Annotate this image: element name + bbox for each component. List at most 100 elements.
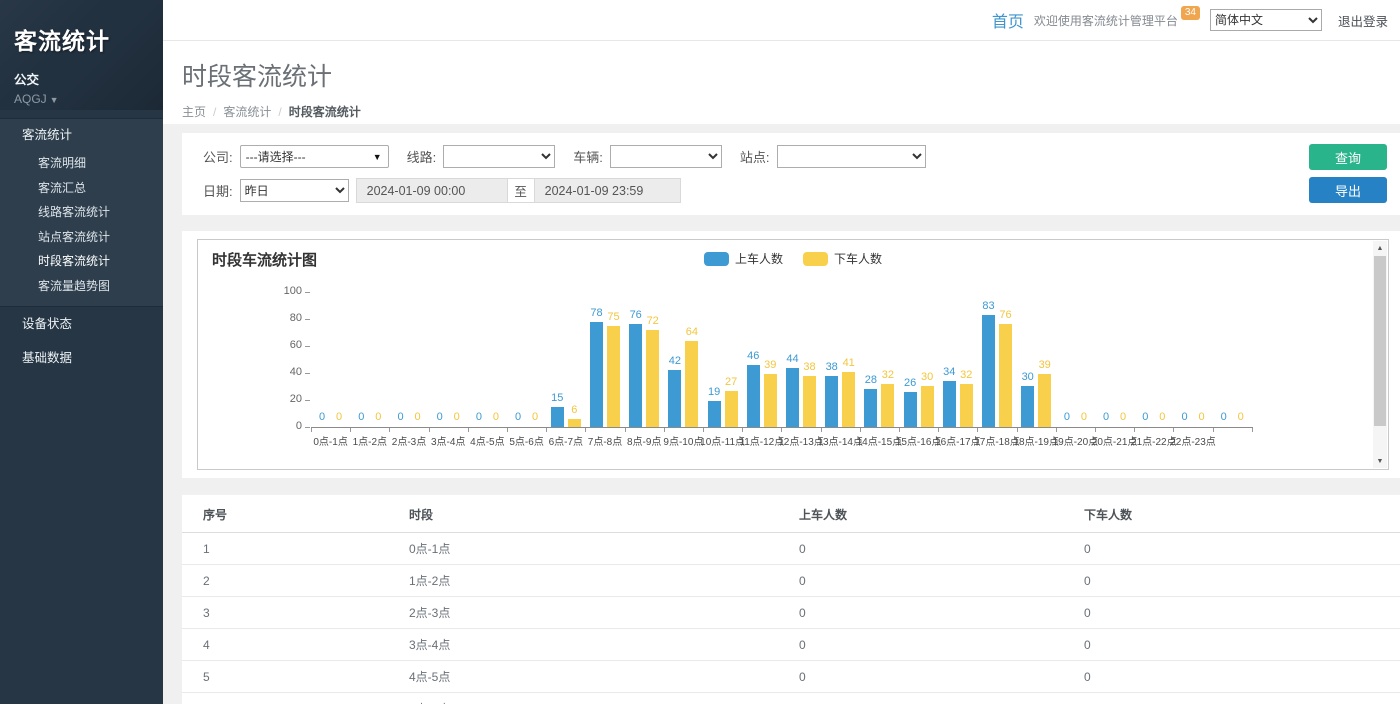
sidebar-item-客流明细[interactable]: 客流明细 <box>0 151 163 176</box>
bar-value-label: 19 <box>708 386 720 398</box>
x-axis-tick <box>938 428 939 432</box>
table-cell: 0点-1点 <box>409 533 799 565</box>
bar-下车人数-8点-9点 <box>646 330 659 427</box>
x-axis-tick <box>546 428 547 432</box>
org-selector[interactable]: AQGJ▼ <box>14 92 149 106</box>
x-axis-tick <box>468 428 469 432</box>
sidebar-item-客流量趋势图[interactable]: 客流量趋势图 <box>0 274 163 299</box>
bar-value-label: 30 <box>1022 371 1034 383</box>
table-cell: 0 <box>1084 597 1400 629</box>
table-row: 10点-1点00 <box>182 533 1400 565</box>
sidebar-header: 客流统计 公交 AQGJ▼ <box>0 0 163 110</box>
table-cell: 0 <box>1084 533 1400 565</box>
sidebar-item-客流汇总[interactable]: 客流汇总 <box>0 176 163 201</box>
y-axis-tick-label: 0 <box>260 420 302 432</box>
filter-row-2: 日期: 昨日 2024-01-09 00:00 至 2024-01-09 23:… <box>203 178 1400 203</box>
x-axis-tick <box>625 428 626 432</box>
bar-value-label: 0 <box>1081 411 1087 423</box>
breadcrumb-link[interactable]: 主页 <box>182 105 206 119</box>
sidebar-item-基础数据[interactable]: 基础数据 <box>0 341 163 375</box>
company-select[interactable]: ---请选择--- <box>240 145 389 168</box>
caret-down-icon: ▼ <box>50 95 59 105</box>
x-axis-tick <box>781 428 782 432</box>
table-cell: 0 <box>1084 629 1400 661</box>
table-cell: 5 <box>182 661 409 693</box>
bar-value-label: 41 <box>843 357 855 369</box>
scroll-down-icon[interactable]: ▼ <box>1373 454 1387 468</box>
bar-value-label: 28 <box>865 374 877 386</box>
x-axis-tick <box>350 428 351 432</box>
table-row: 21点-2点00 <box>182 565 1400 597</box>
bar-上车人数-10点-11点 <box>708 401 721 427</box>
line-select[interactable] <box>443 145 555 168</box>
y-axis-tick <box>305 427 310 428</box>
bar-value-label: 0 <box>515 411 521 423</box>
table-cell: 6 <box>182 693 409 704</box>
chart-scrollbar: ▲ ▼ <box>1373 241 1387 468</box>
logout-link[interactable]: 退出登录 <box>1338 11 1388 30</box>
breadcrumb: 主页/客流统计/时段客流统计 <box>182 103 1400 120</box>
y-axis-tick <box>305 319 310 320</box>
chart-panel: 时段车流统计图 上车人数下车人数 020406080100000点-1点001点… <box>182 231 1400 478</box>
data-table-panel: 序号时段上车人数下车人数 10点-1点0021点-2点0032点-3点0043点… <box>182 494 1400 704</box>
sidebar-section-passenger-stats[interactable]: 客流统计 <box>0 119 163 151</box>
x-axis-label: 6点-7点 <box>549 433 583 448</box>
x-axis-tick <box>1017 428 1018 432</box>
x-axis-tick <box>1252 428 1253 432</box>
bar-value-label: 38 <box>803 361 815 373</box>
scrollbar-thumb[interactable] <box>1374 256 1386 426</box>
y-axis-tick <box>305 400 310 401</box>
sidebar-item-线路客流统计[interactable]: 线路客流统计 <box>0 200 163 225</box>
data-table: 序号时段上车人数下车人数 10点-1点0021点-2点0032点-3点0043点… <box>182 494 1400 704</box>
bar-value-label: 38 <box>826 361 838 373</box>
bar-上车人数-18点-19点 <box>1021 386 1034 427</box>
export-button[interactable]: 导出 <box>1309 177 1387 203</box>
date-start-input[interactable]: 2024-01-09 00:00 <box>356 178 508 203</box>
x-axis-tick <box>860 428 861 432</box>
bar-下车人数-11点-12点 <box>764 374 777 427</box>
bar-value-label: 0 <box>476 411 482 423</box>
date-filter: 日期: 昨日 2024-01-09 00:00 至 2024-01-09 23:… <box>203 178 681 203</box>
date-end-input[interactable]: 2024-01-09 23:59 <box>534 178 681 203</box>
column-header-上车人数: 上车人数 <box>799 495 1084 533</box>
x-axis-tick <box>311 428 312 432</box>
query-button[interactable]: 查询 <box>1309 144 1387 170</box>
station-filter: 站点: <box>740 145 926 168</box>
bar-上车人数-12点-13点 <box>786 368 799 427</box>
date-preset-select[interactable]: 昨日 <box>240 179 349 202</box>
org-code-label: AQGJ <box>14 92 47 106</box>
station-select[interactable] <box>777 145 926 168</box>
table-body: 10点-1点0021点-2点0032点-3点0043点-4点0054点-5点00… <box>182 533 1400 704</box>
bar-value-label: 75 <box>607 311 619 323</box>
scroll-up-icon[interactable]: ▲ <box>1373 241 1387 255</box>
x-axis-tick <box>389 428 390 432</box>
bar-value-label: 15 <box>551 392 563 404</box>
sidebar-item-时段客流统计[interactable]: 时段客流统计 <box>0 249 163 274</box>
chart-plot: 020406080100000点-1点001点-2点002点-3点003点-4点… <box>198 240 1388 469</box>
x-axis-tick <box>585 428 586 432</box>
bar-下车人数-7点-8点 <box>607 326 620 427</box>
vehicle-select[interactable] <box>610 145 722 168</box>
table-cell: 4 <box>182 629 409 661</box>
x-axis-tick <box>429 428 430 432</box>
table-cell: 0 <box>1084 693 1400 704</box>
breadcrumb-link[interactable]: 客流统计 <box>223 105 271 119</box>
bar-value-label: 46 <box>747 350 759 362</box>
topbar: 首页 欢迎使用客流统计管理平台 34 简体中文 退出登录 <box>163 0 1400 41</box>
menu-group-passenger-stats: 客流统计 客流明细客流汇总线路客流统计站点客流统计时段客流统计客流量趋势图 <box>0 118 163 307</box>
sidebar-item-设备状态[interactable]: 设备状态 <box>0 307 163 341</box>
sidebar-item-站点客流统计[interactable]: 站点客流统计 <box>0 225 163 250</box>
bar-下车人数-12点-13点 <box>803 376 816 427</box>
line-label: 线路: <box>407 147 437 166</box>
bar-value-label: 0 <box>1238 411 1244 423</box>
x-axis-label: 10点-11点 <box>700 433 745 448</box>
home-link[interactable]: 首页 <box>992 8 1024 32</box>
bar-value-label: 39 <box>764 359 776 371</box>
language-select[interactable]: 简体中文 <box>1210 9 1322 31</box>
bar-上车人数-6点-7点 <box>551 407 564 427</box>
bar-value-label: 0 <box>358 411 364 423</box>
table-row: 54点-5点00 <box>182 661 1400 693</box>
table-cell: 0 <box>799 629 1084 661</box>
bar-value-label: 0 <box>1221 411 1227 423</box>
y-axis-tick <box>305 373 310 374</box>
